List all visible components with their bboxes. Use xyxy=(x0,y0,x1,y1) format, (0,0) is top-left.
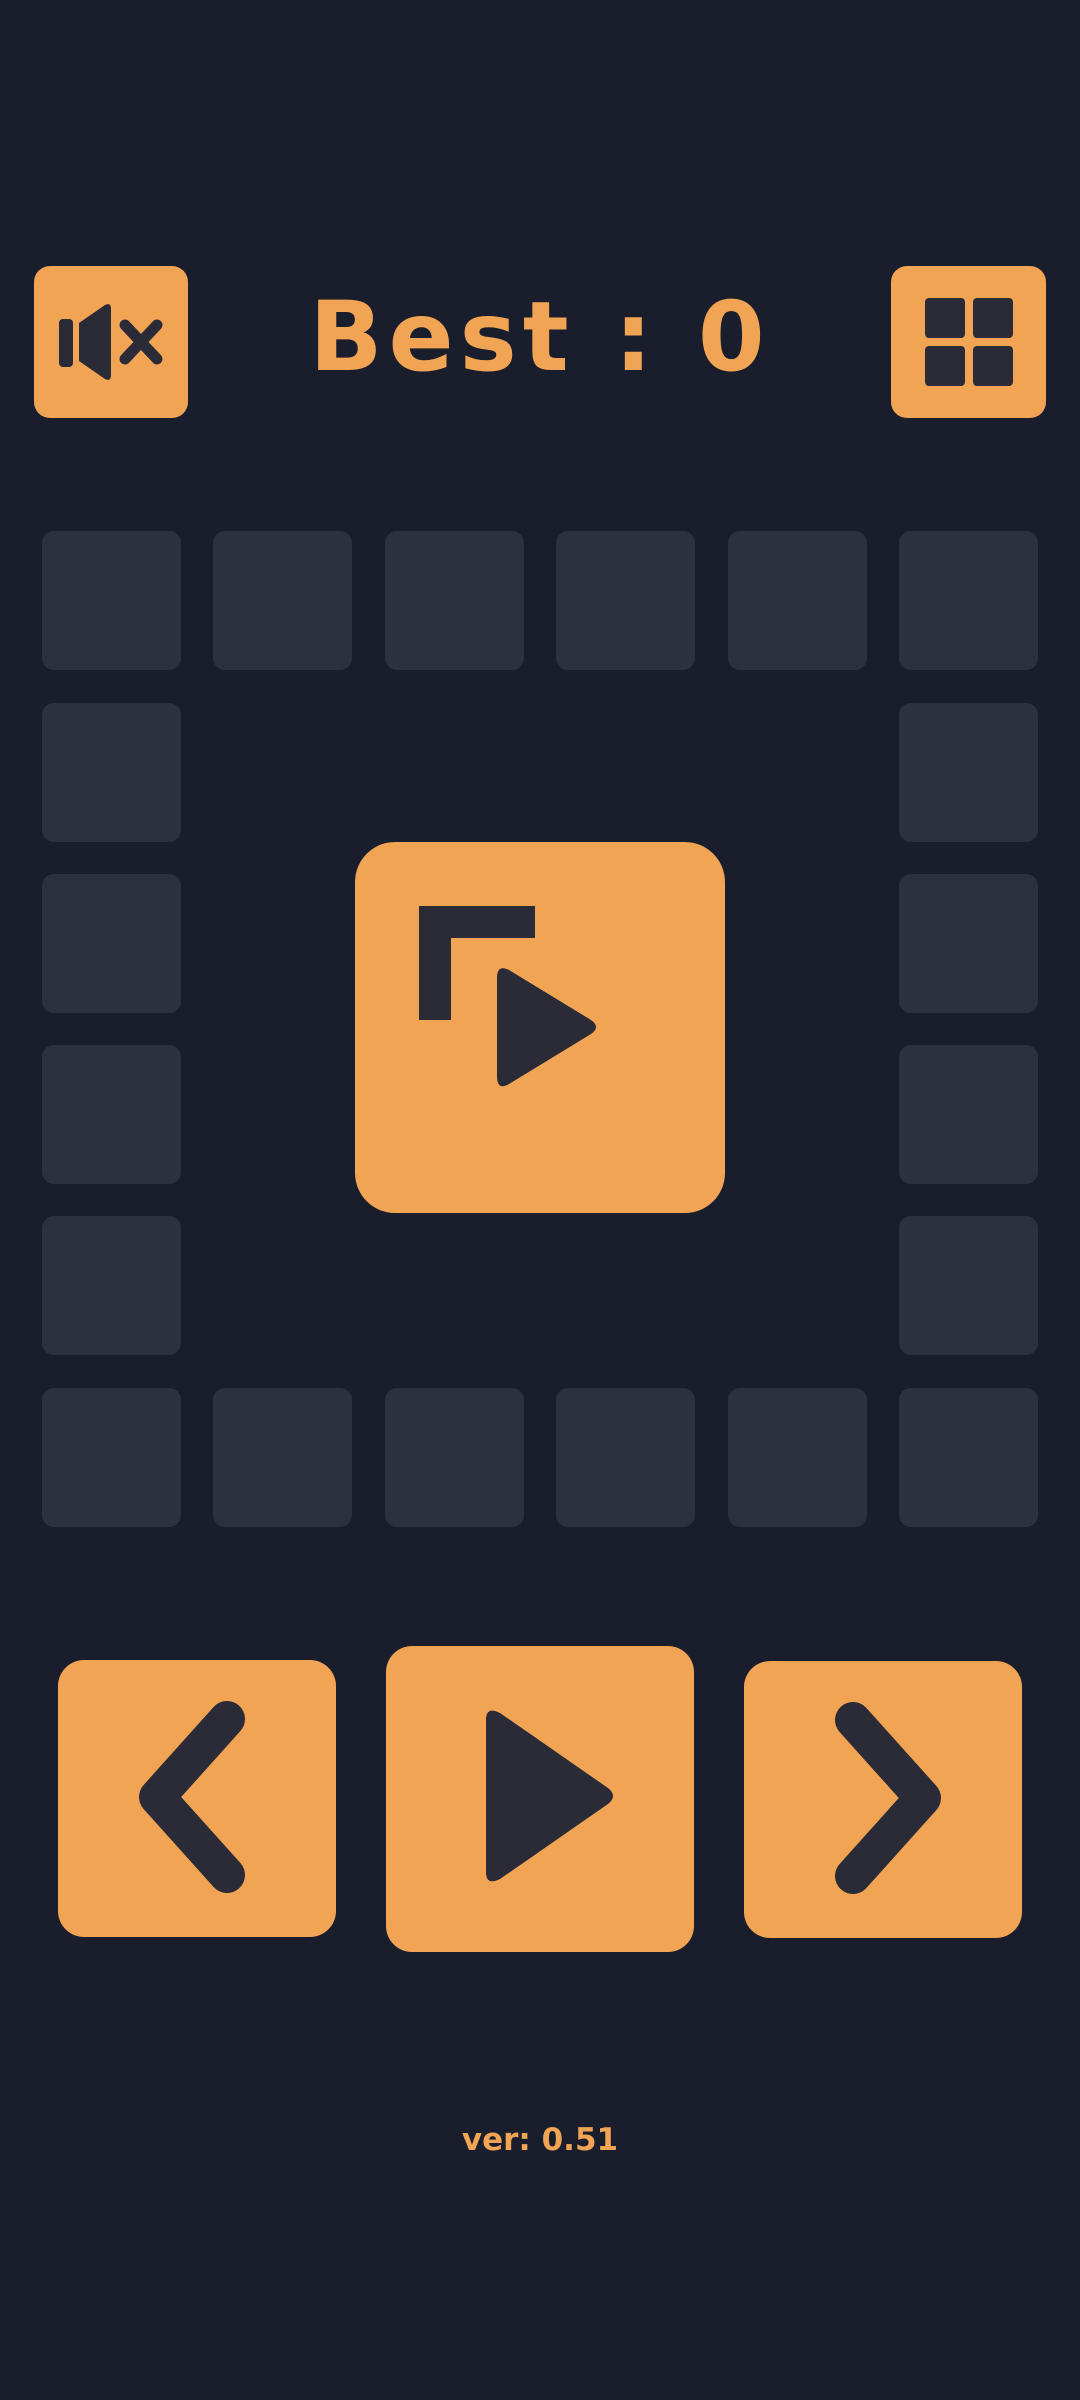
mute-button[interactable] xyxy=(34,266,188,418)
board-cell xyxy=(42,703,181,842)
board-cell xyxy=(42,1388,181,1527)
board-cell xyxy=(42,531,181,670)
board-cell xyxy=(556,1388,695,1527)
chevron-left-icon xyxy=(139,1700,245,1893)
play-button[interactable] xyxy=(386,1646,694,1952)
board-cell xyxy=(899,874,1038,1013)
board-cell xyxy=(556,531,695,670)
start-button[interactable] xyxy=(355,842,725,1213)
play-icon xyxy=(486,1710,613,1882)
chevron-right-icon xyxy=(835,1701,941,1894)
board-cell xyxy=(42,1045,181,1184)
speaker-muted-icon xyxy=(59,304,163,380)
board-cell xyxy=(728,1388,867,1527)
best-score-label: Best : 0 xyxy=(309,281,771,393)
board-cell xyxy=(42,874,181,1013)
board-cell xyxy=(213,1388,352,1527)
board-cell xyxy=(42,1216,181,1355)
corner-play-icon xyxy=(419,906,596,1087)
levels-button[interactable] xyxy=(891,266,1046,418)
board-cell xyxy=(899,1388,1038,1527)
grid-icon xyxy=(924,298,1013,386)
previous-button[interactable] xyxy=(58,1660,336,1937)
board-cell xyxy=(385,1388,524,1527)
board-cell xyxy=(899,1216,1038,1355)
board-cell xyxy=(899,1045,1038,1184)
game-screen: Best : 0 ver: 0.51 xyxy=(0,0,1080,2400)
version-label: ver: 0.51 xyxy=(461,2122,619,2158)
board-cell xyxy=(213,531,352,670)
next-button[interactable] xyxy=(744,1661,1022,1938)
board-cell xyxy=(899,531,1038,670)
board-cell xyxy=(728,531,867,670)
board-cell xyxy=(899,703,1038,842)
board-cell xyxy=(385,531,524,670)
